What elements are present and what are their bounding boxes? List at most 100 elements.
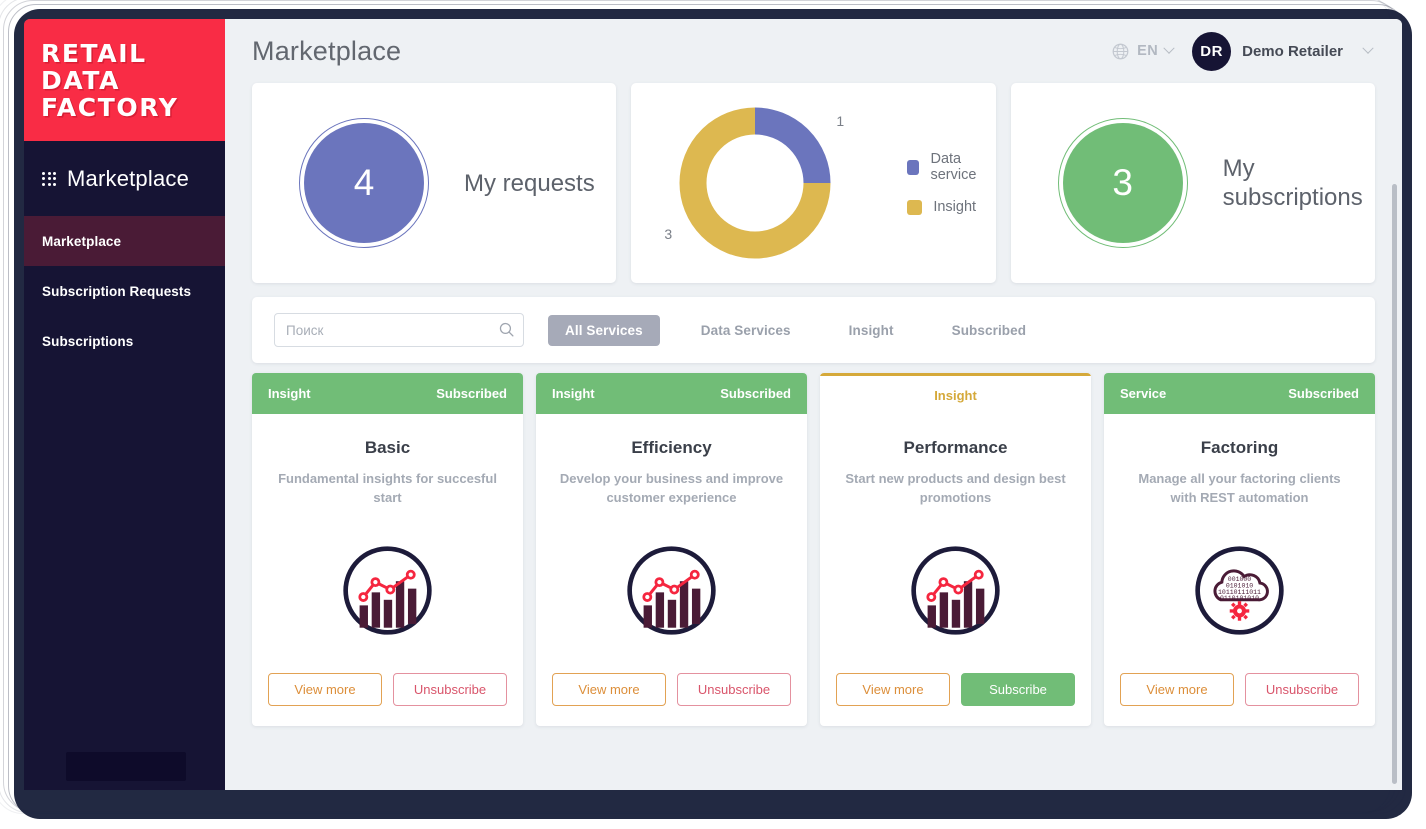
service-card-actions: View more Unsubscribe bbox=[536, 673, 807, 726]
service-title: Basic bbox=[364, 438, 411, 457]
donut-chart bbox=[679, 107, 831, 259]
language-label: EN bbox=[1137, 43, 1159, 59]
svg-text:0110101010: 0110101010 bbox=[1220, 594, 1259, 601]
topbar: Marketplace EN DR Demo Retailer bbox=[225, 19, 1402, 83]
service-cards-row: Insight Subscribed Basic Fundamental ins… bbox=[225, 363, 1402, 726]
search-wrapper bbox=[274, 313, 524, 347]
subscriptions-value: 3 bbox=[1062, 123, 1183, 243]
vertical-scrollbar[interactable] bbox=[1392, 184, 1397, 784]
service-title: Factoring bbox=[1200, 438, 1279, 457]
unsubscribe-button[interactable]: Unsubscribe bbox=[1245, 673, 1359, 706]
status-badge: Subscribed bbox=[1288, 386, 1359, 401]
requests-circle: 4 bbox=[299, 118, 429, 248]
service-icon-wrap bbox=[252, 507, 523, 673]
filter-bar: All Services Data Services Insight Subsc… bbox=[252, 297, 1375, 363]
requests-value: 4 bbox=[304, 123, 424, 243]
topbar-right: EN DR Demo Retailer bbox=[1111, 31, 1374, 71]
chevron-down-icon bbox=[1163, 42, 1175, 54]
brand-logo[interactable]: RETAIL DATA FACTORY bbox=[24, 19, 225, 141]
sidebar: RETAIL DATA FACTORY Marketplace Marketpl… bbox=[24, 19, 225, 790]
legend-label: Insight bbox=[933, 199, 977, 215]
service-category: Service bbox=[1120, 386, 1167, 401]
stat-card-donut: 1 3 Data service Insight bbox=[631, 83, 996, 283]
sidebar-item-label: Subscriptions bbox=[42, 333, 134, 349]
page-title: Marketplace bbox=[252, 35, 402, 66]
legend-item: Insight bbox=[907, 199, 995, 215]
view-more-button[interactable]: View more bbox=[1120, 673, 1234, 706]
chevron-down-icon bbox=[1362, 42, 1374, 54]
grid-dots-icon bbox=[42, 171, 56, 186]
unsubscribe-button[interactable]: Unsubscribe bbox=[393, 673, 507, 706]
legend-label: Data service bbox=[930, 151, 977, 183]
search-input[interactable] bbox=[274, 313, 524, 347]
sidebar-item-subscription-requests[interactable]: Subscription Requests bbox=[24, 266, 225, 316]
legend-swatch bbox=[907, 159, 920, 175]
service-category: Insight bbox=[268, 386, 311, 401]
service-card-header: Insight Subscribed bbox=[252, 373, 523, 414]
bar-chart-circle-icon bbox=[911, 545, 1000, 635]
service-title: Performance bbox=[903, 438, 1008, 457]
donut-value-1: 1 bbox=[836, 113, 845, 129]
service-description: Fundamental insights for succesful start bbox=[278, 471, 497, 505]
legend-swatch bbox=[907, 199, 923, 215]
sidebar-section-title: Marketplace bbox=[67, 165, 190, 191]
stats-row: 4 My requests 1 3 Data service Insight 3… bbox=[225, 83, 1402, 283]
service-title: Efficiency bbox=[631, 438, 712, 457]
search-icon[interactable] bbox=[498, 321, 515, 338]
cloud-binary-gear-icon: 001000 0101010 10110111011 0110101010 bbox=[1195, 545, 1284, 635]
globe-icon bbox=[1112, 43, 1129, 59]
sidebar-item-subscriptions[interactable]: Subscriptions bbox=[24, 316, 225, 366]
filter-tab-insight[interactable]: Insight bbox=[832, 315, 911, 346]
view-more-button[interactable]: View more bbox=[268, 673, 382, 706]
bar-chart-circle-icon bbox=[627, 545, 716, 635]
service-card-actions: View more Unsubscribe bbox=[1104, 673, 1375, 726]
status-badge: Subscribed bbox=[720, 386, 791, 401]
service-card[interactable]: Service Subscribed Factoring Manage all … bbox=[1104, 373, 1375, 726]
unsubscribe-button[interactable]: Unsubscribe bbox=[677, 673, 791, 706]
donut-value-2: 3 bbox=[664, 226, 673, 242]
service-card[interactable]: Insight Subscribed Efficiency Develop yo… bbox=[536, 373, 807, 726]
sidebar-item-label: Subscription Requests bbox=[42, 283, 192, 299]
avatar: DR bbox=[1192, 31, 1232, 71]
subscriptions-label: My subscriptions bbox=[1222, 155, 1363, 211]
service-card[interactable]: Insight Performance Start new products a… bbox=[820, 373, 1091, 726]
service-icon-wrap: 001000 0101010 10110111011 0110101010 bbox=[1104, 507, 1375, 673]
legend-item: Data service bbox=[907, 151, 995, 183]
donut-legend: Data service Insight bbox=[907, 151, 995, 215]
service-description: Start new products and design best promo… bbox=[845, 471, 1066, 505]
brand-line-1: RETAIL bbox=[41, 38, 147, 68]
app-screen: RETAIL DATA FACTORY Marketplace Marketpl… bbox=[24, 19, 1402, 790]
service-category: Insight bbox=[552, 386, 595, 401]
status-badge: Subscribed bbox=[436, 386, 507, 401]
service-icon-wrap bbox=[536, 507, 807, 673]
brand-line-3: FACTORY bbox=[41, 92, 179, 122]
stat-card-subscriptions: 3 My subscriptions bbox=[1010, 83, 1375, 283]
main-content: Marketplace EN DR Demo Retailer 4 My req… bbox=[225, 19, 1402, 790]
bar-chart-circle-icon bbox=[343, 545, 432, 635]
subscriptions-circle: 3 bbox=[1057, 118, 1188, 248]
sidebar-footer-placeholder bbox=[66, 752, 186, 781]
service-description: Manage all your factoring clients with R… bbox=[1138, 471, 1341, 505]
service-card-header: Insight Subscribed bbox=[536, 373, 807, 414]
sidebar-section-header: Marketplace bbox=[24, 141, 225, 216]
stat-card-requests: 4 My requests bbox=[252, 83, 617, 283]
service-card-header: Service Subscribed bbox=[1104, 373, 1375, 414]
view-more-button[interactable]: View more bbox=[836, 673, 950, 706]
language-selector[interactable]: EN bbox=[1111, 42, 1187, 61]
service-description: Develop your business and improve custom… bbox=[559, 471, 784, 505]
subscribe-button[interactable]: Subscribe bbox=[961, 673, 1075, 706]
requests-label: My requests bbox=[464, 169, 595, 197]
user-name: Demo Retailer bbox=[1242, 42, 1343, 60]
service-card[interactable]: Insight Subscribed Basic Fundamental ins… bbox=[252, 373, 523, 726]
view-more-button[interactable]: View more bbox=[552, 673, 666, 706]
user-menu[interactable]: DR Demo Retailer bbox=[1192, 31, 1374, 71]
sidebar-item-marketplace[interactable]: Marketplace bbox=[24, 216, 225, 266]
filter-tab-subscribed[interactable]: Subscribed bbox=[935, 315, 1044, 346]
service-card-actions: View more Unsubscribe bbox=[252, 673, 523, 726]
service-icon-wrap bbox=[820, 507, 1091, 673]
service-card-header: Insight bbox=[820, 373, 1091, 414]
donut-svg bbox=[679, 107, 831, 259]
filter-tab-all-services[interactable]: All Services bbox=[548, 314, 660, 346]
service-category: Insight bbox=[934, 387, 977, 403]
filter-tab-data-services[interactable]: Data Services bbox=[684, 315, 808, 346]
